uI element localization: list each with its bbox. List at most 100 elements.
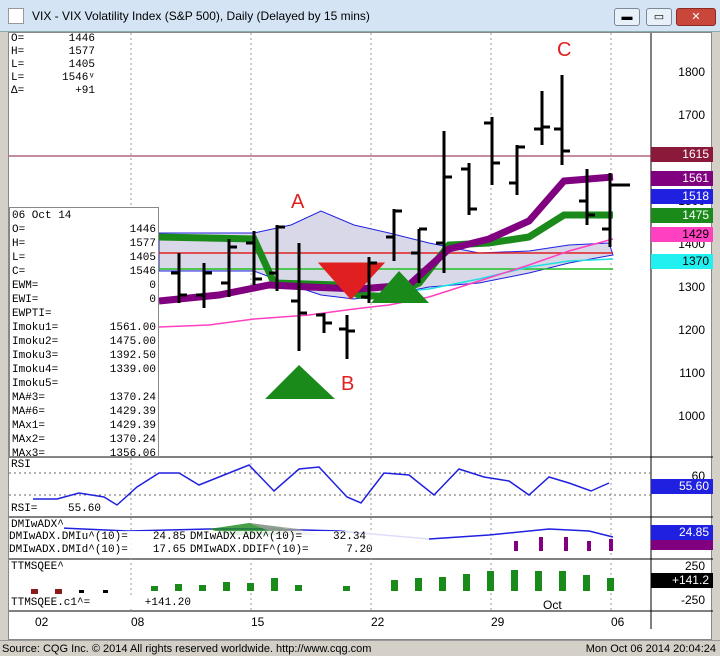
rsi-badge: 55.60 [651, 479, 713, 494]
data-box-row: O= 1446 [12, 223, 156, 237]
ohlc-row: H= 1577 [11, 46, 95, 59]
chart-area[interactable]: O= 1446 H= 1577 L= 1405 L= 1546ᵛ Δ= +91 A B C 180… [8, 32, 713, 640]
minimize-button[interactable]: ▬ [614, 8, 640, 26]
ttm-histogram [151, 570, 614, 591]
ttm-axis-bottom: -250 [680, 593, 705, 607]
maximize-button[interactable]: ▭ [646, 8, 672, 26]
price-label: 1518 [651, 189, 713, 204]
data-box-key: EWI= [12, 294, 39, 306]
price-axis-label: 1800 [678, 65, 705, 79]
timestamp: Mon Oct 06 2014 20:04:24 [585, 643, 716, 655]
data-box-key: L= [12, 252, 26, 264]
ohlc-key: L= [11, 59, 25, 71]
ohlc-row: L= 1405 [11, 59, 95, 72]
data-box-value: 1356.06 [109, 448, 156, 460]
date-label: 08 [131, 615, 145, 629]
ohlc-header: O= 1446 H= 1577 L= 1405 L= 1546ᵛ Δ= +91 [11, 33, 95, 98]
ohlc-value: +91 [75, 85, 95, 97]
data-box-date: 06 Oct 14 [12, 210, 72, 222]
ohlc-key: O= [11, 33, 25, 45]
adx-value: 32.34 [333, 531, 367, 543]
annotation-b: B [341, 373, 355, 395]
data-box-row: H= 1577 [12, 237, 156, 251]
price-label: 1370 [651, 254, 713, 269]
data-box-key: O= [12, 224, 26, 236]
window-title: VIX - VIX Volatility Index (S&P 500), Da… [32, 9, 370, 23]
adx-label: DMIwADX.ADX^(10)= [189, 531, 303, 543]
data-box-value: 1577 [129, 238, 156, 250]
rsi-value-row: RSI= 55.60 [11, 503, 101, 515]
ddif-label: DMIwADX.DDIF^(10)= [189, 544, 309, 556]
app-icon [8, 8, 24, 24]
price-axis-label: 1700 [678, 108, 705, 122]
data-box-key: MA#6= [12, 406, 46, 418]
ohlc-key: Δ= [11, 85, 25, 97]
data-box-key: MAx2= [12, 434, 46, 446]
ohlc-row: Δ= +91 [11, 85, 95, 98]
dmiu-value: 24.85 [152, 531, 186, 543]
ttm-axis-top: 250 [684, 559, 705, 573]
data-box-row: Imoku5= [12, 377, 156, 391]
dmid-value: 17.65 [152, 544, 186, 556]
data-box-row: MAx2= 1370.24 [12, 433, 156, 447]
data-box-row: EWI= 0 [12, 293, 156, 307]
ttm-value-row: TTMSQEE.c1^= +141.20 [11, 597, 191, 609]
data-box-value: 1339.00 [109, 364, 156, 376]
data-box-key: H= [12, 238, 26, 250]
dmi-histogram [514, 537, 613, 551]
price-label: 1475 [651, 208, 713, 223]
price-label: 1615 [651, 147, 713, 162]
date-label: 02 [35, 615, 49, 629]
data-box-value: 1561.00 [109, 322, 156, 334]
data-box-value: 1429.39 [109, 406, 156, 418]
dmi-badge: 24.85 [651, 525, 713, 540]
ddif-value: 7.20 [346, 544, 373, 556]
status-bar: Source: CQG Inc. © 2014 All rights reser… [0, 640, 720, 656]
data-box-key: Imoku3= [12, 350, 59, 362]
data-box-value: 1546 [129, 266, 156, 278]
price-label: 1561 [651, 171, 713, 186]
data-box-value: 1446 [129, 224, 156, 236]
data-box-row: EWPTI= [12, 307, 156, 321]
ohlc-value: 1577 [68, 46, 95, 58]
ohlc-key: H= [11, 46, 25, 58]
price-axis-label: 1200 [678, 323, 705, 337]
data-box-row: MA#6= 1429.39 [12, 405, 156, 419]
data-box-row: MA#3= 1370.24 [12, 391, 156, 405]
dmiu-label: DMIwADX.DMIu^(10)= [9, 531, 128, 543]
close-button[interactable]: ✕ [676, 8, 716, 26]
rsi-value: 55.60 [67, 503, 101, 515]
data-box-value: 1370.24 [109, 434, 156, 446]
data-box: 06 Oct 14 O= 1446 H= 1577 L= 1405 C= 1546 EWM= 0 E… [9, 207, 159, 460]
date-label: 15 [251, 615, 265, 629]
date-label: 29 [491, 615, 505, 629]
annotation-c: C [557, 39, 572, 61]
data-box-row: Imoku2= 1475.00 [12, 335, 156, 349]
data-box-row: Imoku3= 1392.50 [12, 349, 156, 363]
data-box-key: EWPTI= [12, 308, 52, 320]
rsi-value-label: RSI= [11, 503, 38, 515]
data-box-value: 1405 [129, 252, 156, 264]
price-axis-label: 1000 [678, 409, 705, 423]
ohlc-value: 1546ᵛ [61, 72, 95, 84]
ohlc-value: 1405 [68, 59, 95, 71]
ohlc-key: L= [11, 72, 25, 84]
ohlc-value: 1446 [68, 33, 95, 45]
data-box-row: Imoku4= 1339.00 [12, 363, 156, 377]
ohlc-row: L= 1546ᵛ [11, 72, 95, 85]
data-box-key: EWM= [12, 280, 39, 292]
ttm-squeeze-dots [31, 589, 62, 594]
data-box-key: Imoku2= [12, 336, 59, 348]
vertical-gridlines [130, 33, 612, 611]
annotation-a: A [291, 191, 305, 213]
price-axis-label: 1100 [679, 366, 705, 380]
ttm-value: +141.20 [144, 597, 191, 609]
data-box-row: MAx1= 1429.39 [12, 419, 156, 433]
data-box-value: 1392.50 [109, 350, 156, 362]
rsi-line [33, 464, 610, 506]
dmi-values: DMIwADX.DMIu^(10)= 24.85 DMIwADX.ADX^(10)… [9, 531, 429, 557]
ttm-baseline-dots [79, 590, 108, 593]
month-label: Oct [543, 598, 562, 612]
date-label: 22 [371, 615, 385, 629]
rsi-title: RSI [11, 459, 31, 471]
